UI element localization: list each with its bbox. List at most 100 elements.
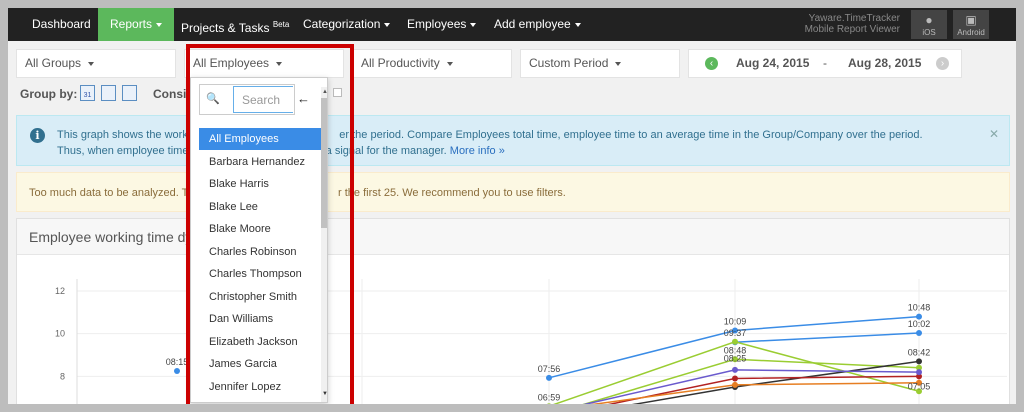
data-point — [916, 369, 922, 376]
chevron-down-icon — [615, 61, 622, 66]
employee-option[interactable]: James Garcia — [199, 353, 323, 375]
chart-panel: Employee working time dy 12 10 8 08:15 07:56… — [16, 218, 1010, 404]
nav-categorization-label: Categorization — [303, 17, 381, 31]
prev-period-icon[interactable]: ‹ — [705, 57, 718, 70]
ios-app-button[interactable]: ● iOS — [911, 10, 947, 39]
info-line-1b: er the period. Compare Employees total t… — [339, 129, 923, 141]
working-time-chart: 1210808:1507:5606:5910:0909:3708:4808:25… — [55, 279, 1007, 404]
data-point — [732, 375, 738, 382]
employee-option[interactable]: Christopher Smith — [199, 286, 323, 308]
android-icon: ▣ — [965, 13, 977, 27]
android-label: Android — [957, 28, 985, 37]
info-alert: i This graph shows the worki er the perio… — [16, 115, 1010, 166]
point-label: 10:02 — [908, 319, 931, 329]
point-label: 07:56 — [538, 364, 561, 374]
arrow-left-icon[interactable]: ← — [297, 91, 310, 106]
app-window: Dashboard Reports Projects & Tasks Beta … — [8, 8, 1016, 404]
employee-option[interactable]: Charles Robinson — [199, 241, 323, 263]
scroll-up-icon[interactable]: ▲ — [321, 87, 327, 97]
nav-reports-label: Reports — [110, 17, 153, 31]
employee-option[interactable]: John Anderson — [199, 398, 323, 402]
point-label: 06:59 — [538, 392, 561, 402]
employee-option[interactable]: Jennifer Lopez — [199, 376, 323, 398]
chevron-down-icon — [88, 61, 95, 66]
date-from: Aug 24, 2015 — [736, 56, 810, 70]
info-line-2a: Thus, when employee time a — [57, 145, 198, 157]
period-filter-label: Custom Period — [529, 56, 609, 70]
info-icon: i — [30, 128, 45, 143]
point-label: 10:09 — [724, 316, 747, 326]
nav-employees-label: Employees — [407, 17, 467, 31]
mobile-viewer-brand: Yaware.TimeTracker Mobile Report Viewer — [805, 13, 900, 35]
period-filter[interactable]: Custom Period — [520, 49, 680, 78]
employee-option[interactable]: Blake Lee — [199, 196, 323, 218]
group-by-week-icon[interactable] — [101, 85, 116, 101]
groups-filter-label: All Groups — [25, 56, 82, 70]
next-period-icon[interactable]: › — [936, 57, 949, 70]
more-info-link[interactable]: More info » — [450, 145, 505, 157]
dropdown-scrollbar-thumb[interactable] — [321, 98, 327, 228]
y-tick-label: 10 — [55, 329, 65, 339]
group-by-label: Group by: — [20, 87, 78, 101]
date-separator: - — [823, 56, 827, 70]
employees-filter[interactable]: All Employees — [184, 49, 344, 78]
point-label: 08:42 — [908, 347, 931, 357]
top-navbar: Dashboard Reports Projects & Tasks Beta … — [8, 8, 1016, 41]
chevron-down-icon — [384, 22, 391, 27]
nav-dashboard[interactable]: Dashboard — [20, 8, 103, 41]
employee-option[interactable]: Charles Thompson — [199, 263, 323, 285]
nav-categorization[interactable]: Categorization — [291, 8, 402, 41]
productivity-filter-label: All Productivity — [361, 56, 440, 70]
chevron-down-icon — [574, 22, 581, 27]
chart-panel-header: Employee working time dy — [17, 219, 1009, 255]
nav-add-employee[interactable]: Add employee — [482, 8, 593, 41]
employee-option[interactable]: Elizabeth Jackson — [199, 331, 323, 353]
productivity-filter[interactable]: All Productivity — [352, 49, 512, 78]
nav-reports[interactable]: Reports — [98, 8, 175, 41]
data-point — [174, 368, 180, 374]
date-range: ‹ Aug 24, 2015 - Aug 28, 2015 › — [688, 49, 962, 78]
ios-label: iOS — [922, 28, 936, 37]
employee-option[interactable]: Blake Moore — [199, 218, 323, 240]
employee-option[interactable]: Dan Williams — [199, 308, 323, 330]
group-by-day-icon[interactable]: 31 — [80, 85, 95, 101]
employee-option[interactable]: All Employees — [199, 128, 323, 150]
groups-filter[interactable]: All Groups — [16, 49, 176, 78]
nav-dashboard-label: Dashboard — [32, 17, 91, 31]
y-tick-label: 8 — [60, 371, 65, 381]
chevron-down-icon — [156, 22, 163, 27]
scroll-down-icon[interactable]: ▼ — [321, 389, 327, 399]
series-line — [582, 358, 920, 404]
employee-option[interactable]: Blake Harris — [199, 173, 323, 195]
series-line — [734, 332, 920, 343]
consider-checkbox[interactable] — [333, 88, 342, 97]
search-icon: 🔍 — [206, 93, 220, 105]
nav-projects-label: Projects & Tasks — [181, 21, 270, 35]
close-icon[interactable]: ✕ — [989, 127, 999, 141]
nav-projects-tasks[interactable]: Projects & Tasks Beta — [169, 8, 301, 41]
data-point — [732, 381, 738, 388]
employee-search-input[interactable] — [233, 86, 293, 113]
nav-employees[interactable]: Employees — [395, 8, 488, 41]
employees-filter-label: All Employees — [193, 56, 270, 70]
employee-option[interactable]: Barbara Hernandez — [199, 151, 323, 173]
point-label: 08:25 — [724, 353, 747, 363]
chevron-down-icon — [276, 61, 283, 66]
point-label: 08:15 — [166, 357, 189, 367]
group-by-month-icon[interactable] — [122, 85, 137, 101]
y-tick-label: 12 — [55, 286, 65, 296]
info-line-1a: This graph shows the worki — [57, 129, 191, 141]
warning-text-2: r the first 25. We recommend you to use … — [338, 187, 566, 199]
apple-icon: ● — [925, 13, 933, 27]
chart-title: Employee working time dy — [29, 229, 193, 245]
employees-dropdown: 🔍 ← All EmployeesBarbara HernandezBlake … — [190, 77, 328, 403]
android-app-button[interactable]: ▣ Android — [953, 10, 989, 39]
consider-label: Consi — [153, 87, 187, 101]
employee-search-box: 🔍 — [199, 84, 295, 115]
data-point — [546, 403, 552, 404]
data-point — [916, 358, 922, 365]
data-point — [732, 366, 738, 373]
nav-add-employee-label: Add employee — [494, 17, 571, 31]
warning-alert: Too much data to be analyzed. T r the fi… — [16, 172, 1010, 212]
brand-line-2: Mobile Report Viewer — [804, 24, 900, 35]
